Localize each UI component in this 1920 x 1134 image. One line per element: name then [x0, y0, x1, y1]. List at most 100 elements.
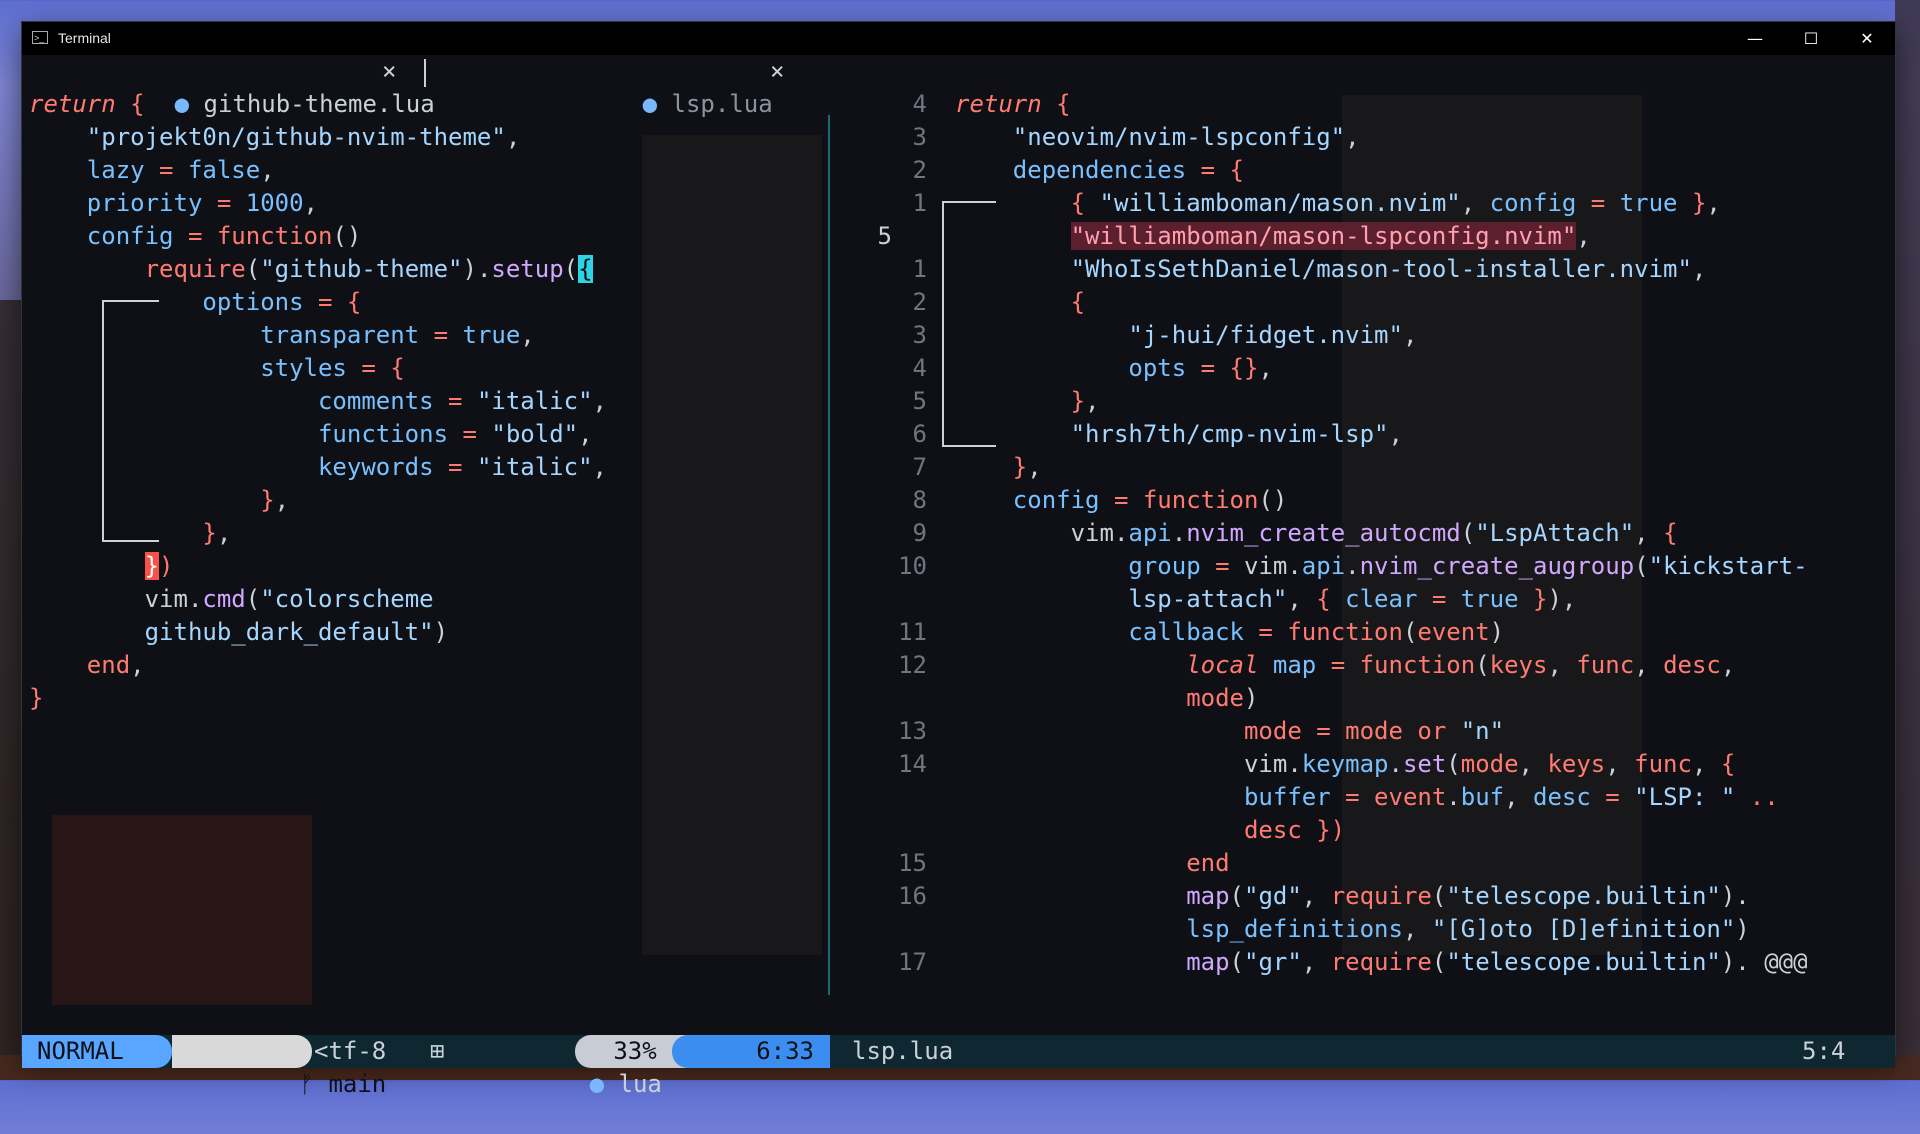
code-token: {: [390, 354, 405, 382]
code-token: "LSP: ": [1634, 783, 1736, 811]
code-token: {}: [1229, 354, 1259, 382]
code-token: ): [433, 618, 449, 646]
code-token: mode: [1243, 717, 1302, 745]
code-token: dependencies: [1012, 156, 1187, 184]
line-number: 12: [898, 651, 927, 679]
code-token: "italic": [476, 453, 593, 481]
mode-indicator: NORMAL: [22, 1035, 172, 1068]
code-line: return {: [955, 88, 1071, 121]
code-token: (): [332, 222, 362, 250]
code-token: {: [130, 90, 145, 118]
terminal-area[interactable]: ● github-theme.lua × ● lsp.lua × return …: [22, 55, 1895, 1098]
line-number: 4: [912, 90, 927, 118]
line-number: 11: [898, 618, 927, 646]
code-line: require("github-theme").setup({: [29, 253, 593, 286]
code-token: (: [1402, 618, 1418, 646]
code-token: keywords: [317, 453, 434, 481]
code-token: api: [1128, 519, 1172, 547]
code-token: {: [1056, 90, 1071, 118]
code-token: ,: [1706, 189, 1721, 217]
code-token: "williamboman/mason.nvim": [1099, 189, 1461, 217]
code-token: "[G]oto [D]efinition": [1431, 915, 1736, 943]
code-token: ,: [260, 156, 275, 184]
code-token: }: [1070, 387, 1086, 415]
git-branch-label: main: [328, 1070, 387, 1098]
code-token: "gd": [1244, 882, 1302, 910]
scope-guide-left: [102, 300, 159, 542]
code-token: map: [1272, 651, 1317, 679]
line-number: 5: [877, 222, 892, 250]
tab-lsp[interactable]: ● lsp.lua: [527, 55, 773, 118]
code-token: options: [202, 288, 304, 316]
code-token: {: [1316, 585, 1346, 613]
code-token: ,: [1720, 651, 1736, 679]
code-token: comments: [317, 387, 434, 415]
code-token: }: [202, 519, 217, 547]
code-token: =: [346, 354, 391, 382]
code-token: function: [216, 222, 333, 250]
maximize-button[interactable]: ☐: [1783, 22, 1839, 55]
code-token: require: [144, 255, 246, 283]
code-token: keymap: [1301, 750, 1389, 778]
line-number: 14: [898, 750, 927, 778]
code-token: ,: [1388, 420, 1403, 448]
line-number: 8: [912, 486, 927, 514]
code-token: =: [1200, 552, 1244, 580]
code-token: {: [1720, 750, 1736, 778]
code-token: {: [1070, 189, 1100, 217]
git-branch: ᚠ main: [172, 1035, 386, 1098]
code-token: ,: [505, 123, 521, 151]
code-token: callback: [1128, 618, 1244, 646]
code-token: }: [144, 552, 160, 580]
code-token: ,: [1027, 453, 1042, 481]
code-token: ).: [1720, 882, 1750, 910]
code-token: (: [245, 585, 261, 613]
minimize-button[interactable]: —: [1727, 22, 1783, 55]
code-token: cmd: [202, 585, 246, 613]
code-line: opts = {},: [955, 352, 1273, 385]
code-token: mode: [955, 684, 1244, 712]
code-line: },: [29, 484, 289, 517]
line-number: 2: [912, 288, 927, 316]
code-token: "hrsh7th/cmp-nvim-lsp": [1070, 420, 1389, 448]
code-token: ,: [1460, 189, 1490, 217]
title-bar[interactable]: >_ Terminal — ☐ ✕: [22, 22, 1895, 55]
code-token: ,: [1691, 750, 1721, 778]
line-number: 10: [898, 552, 927, 580]
code-token: transparent: [260, 321, 420, 349]
code-token: =: [144, 156, 188, 184]
code-token: ,: [1605, 750, 1635, 778]
code-token: mode: [1345, 717, 1403, 745]
code-token: =: [433, 387, 477, 415]
tab-close-icon[interactable]: ×: [382, 55, 396, 88]
code-token: }: [1518, 585, 1548, 613]
code-token: =: [202, 189, 246, 217]
split-divider[interactable]: [828, 115, 830, 995]
code-token: buf: [1460, 783, 1505, 811]
code-token: "LspAttach": [1475, 519, 1635, 547]
code-token: ): [1489, 618, 1505, 646]
editor-pane-right[interactable]: 4 return {3 "neovim/nvim-lspconfig", 2 dep…: [878, 88, 1895, 976]
code-token: vim.: [955, 519, 1129, 547]
code-line: config = function(): [955, 484, 1288, 517]
code-token: "j-hui/fidget.nvim": [1128, 321, 1403, 349]
code-token: return: [29, 90, 116, 118]
code-token: =: [419, 321, 463, 349]
code-token: {: [1070, 288, 1086, 316]
code-token: (: [245, 255, 261, 283]
code-token: lazy: [86, 156, 145, 184]
close-button[interactable]: ✕: [1839, 22, 1895, 55]
tab-close-icon[interactable]: ×: [770, 55, 784, 88]
tab-github-theme[interactable]: ● github-theme.lua: [59, 55, 435, 118]
filetype-label: lua: [618, 1070, 662, 1098]
code-token: .: [187, 585, 203, 613]
code-token: }: [260, 486, 275, 514]
code-token: .: [1388, 750, 1403, 778]
code-token: ,: [1691, 255, 1707, 283]
code-token: (: [563, 255, 579, 283]
